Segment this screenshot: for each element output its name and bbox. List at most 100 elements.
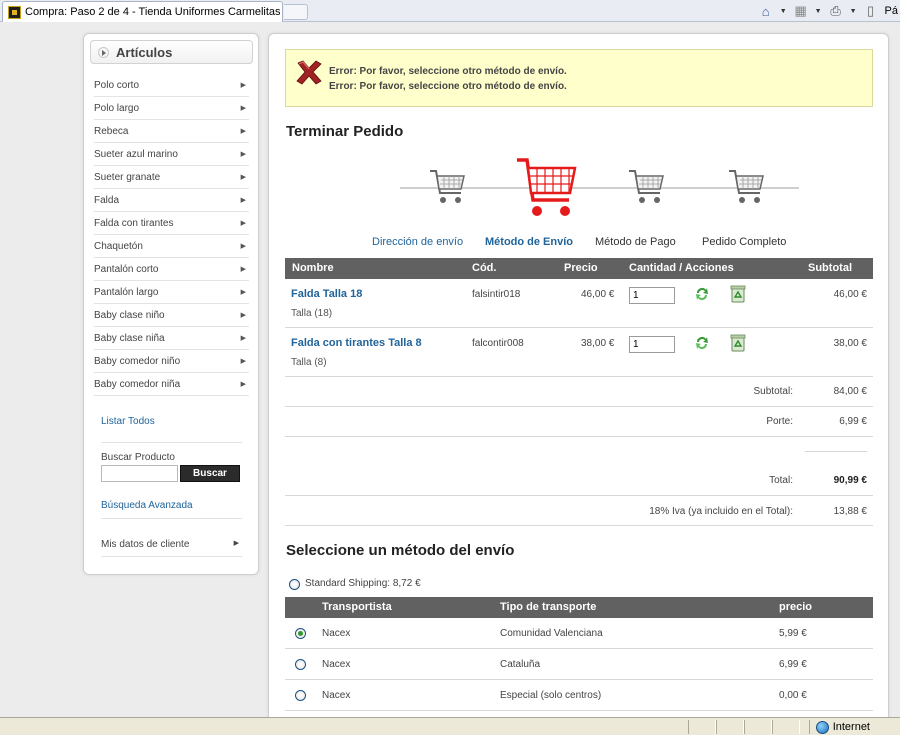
chevron-right-icon: ▶ [240,289,246,296]
error-line: Error: Por favor, seleccione otro método… [329,66,567,77]
product-size: Talla (8) [291,357,327,368]
shipping-option-row[interactable]: Nacex Comunidad Valenciana 5,99 € [285,618,873,649]
step-shipping-method: Método de Envío [485,236,573,248]
print-icon[interactable]: ⎙ [828,3,844,19]
category-label: Chaquetón [94,240,143,252]
col-carrier: Transportista [322,601,392,613]
refresh-icon[interactable] [694,335,710,351]
product-code: falcontir008 [472,338,524,349]
category-item[interactable]: Baby clase niña ▶ [94,327,249,350]
shipping-price: 6,99 € [779,659,807,670]
zone-label: Internet [832,721,870,733]
advanced-search-link[interactable]: Búsqueda Avanzada [101,500,193,511]
search-input[interactable] [101,465,178,482]
chevron-down-icon[interactable]: ▼ [780,8,787,15]
product-name-link[interactable]: Falda Talla 18 [291,288,362,300]
category-item[interactable]: Rebeca ▶ [94,120,249,143]
error-x-icon [296,60,322,85]
chevron-right-icon: ▶ [240,128,246,135]
shipping-price: 0,00 € [779,690,807,701]
quantity-input[interactable]: 1 [629,287,675,304]
chevron-right-icon: ▶ [240,105,246,112]
error-message-box: Error: Por favor, seleccione otro método… [285,49,873,107]
browser-tab[interactable]: Compra: Paso 2 de 4 - Tienda Uniformes C… [2,1,283,22]
category-item[interactable]: Pantalón corto ▶ [94,258,249,281]
category-item[interactable]: Falda ▶ [94,189,249,212]
list-all-link[interactable]: Listar Todos [101,416,155,427]
quantity-input[interactable]: 1 [629,336,675,353]
sidebar: Artículos Polo corto ▶ Polo largo ▶ Rebeca… [83,33,259,575]
page-icon[interactable]: ▯ [863,3,879,19]
divider [101,518,242,519]
security-zone[interactable]: Internet [808,720,900,734]
standard-shipping-radio[interactable] [289,579,300,590]
products-table-header: Nombre Cód. Precio Cantidad / Acciones S… [285,258,873,279]
carrier-name: Nacex [322,659,351,670]
subtotal-row: Subtotal: 84,00 € [285,377,873,407]
total-row: Total: 90,99 € [285,437,873,496]
col-subtotal: Subtotal [808,262,852,274]
shipping-cost-row: Porte: 6,99 € [285,407,873,437]
carrier-name: Nacex [322,628,351,639]
chevron-right-icon: ▶ [240,335,246,342]
category-item[interactable]: Baby comedor niña ▶ [94,373,249,396]
cart-step-icon [729,170,764,203]
category-item[interactable]: Sueter azul marino ▶ [94,143,249,166]
chevron-right-icon: ▶ [240,358,246,365]
category-label: Baby clase niño [94,309,165,321]
status-cell [688,719,716,734]
client-data-link[interactable]: Mis datos de cliente ▶ [101,539,242,550]
category-item[interactable]: Polo corto ▶ [94,74,249,97]
shipping-option-row[interactable]: Nacex Especial (solo centros) 0,00 € [285,680,873,711]
product-code: falsintir018 [472,289,521,300]
shipping-price: 5,99 € [779,628,807,639]
category-label: Polo corto [94,79,140,91]
chevron-right-icon: ▶ [240,381,246,388]
step-shipping-address[interactable]: Dirección de envío [372,236,463,248]
new-tab-button[interactable] [284,4,308,20]
divider [101,442,242,443]
chevron-down-icon[interactable]: ▼ [815,8,822,15]
chevron-down-icon[interactable]: ▼ [850,8,857,15]
search-button[interactable]: Buscar [180,465,240,482]
category-item[interactable]: Pantalón largo ▶ [94,281,249,304]
transport-type: Cataluña [500,659,541,670]
category-item[interactable]: Polo largo ▶ [94,97,249,120]
page-menu-label[interactable]: Pá [885,5,898,17]
category-label: Polo largo [94,102,140,114]
refresh-icon[interactable] [694,286,710,302]
transport-type: Especial (solo centros) [500,690,602,701]
shipping-option-radio[interactable] [295,690,306,701]
carrier-name: Nacex [322,690,351,701]
subtotal-label: Subtotal: [753,386,793,397]
command-bar: ⌂ ▼ ▦ ▼ ⎙ ▼ ▯ Pá [758,0,900,22]
shipping-option-row[interactable]: Nacex Cataluña 6,99 € [285,649,873,680]
category-item[interactable]: Baby clase niño ▶ [94,304,249,327]
product-subtotal: 46,00 € [833,289,867,300]
tax-label: 18% Iva (ya incluido en el Total): [649,506,793,517]
total-value: 90,99 € [833,475,867,486]
chevron-right-icon: ▶ [240,220,246,227]
shipping-option-radio[interactable] [295,628,306,639]
site-favicon-icon [8,5,21,19]
col-qty: Cantidad / Acciones [629,262,734,274]
feeds-icon[interactable]: ▦ [793,3,809,19]
delete-bin-icon[interactable] [730,334,746,352]
chevron-right-icon: ▶ [240,243,246,250]
category-item[interactable]: Falda con tirantes ▶ [94,212,249,235]
total-label: Total: [769,475,793,486]
shipping-section-title: Seleccione un método del envío [286,542,515,559]
shipping-option-radio[interactable] [295,659,306,670]
category-item[interactable]: Chaquetón ▶ [94,235,249,258]
category-item[interactable]: Baby comedor niño ▶ [94,350,249,373]
shipping-cost-label: Porte: [766,416,793,427]
browser-tab-bar: Compra: Paso 2 de 4 - Tienda Uniformes C… [0,0,900,22]
table-row: Falda con tirantes Talla 8 Talla (8) fal… [285,328,873,377]
product-name-link[interactable]: Falda con tirantes Talla 8 [291,337,422,349]
cart-step-active-icon [517,158,577,216]
home-icon[interactable]: ⌂ [758,3,774,19]
status-cell [716,719,744,734]
category-label: Falda [94,194,120,206]
category-item[interactable]: Sueter granate ▶ [94,166,249,189]
delete-bin-icon[interactable] [730,285,746,303]
